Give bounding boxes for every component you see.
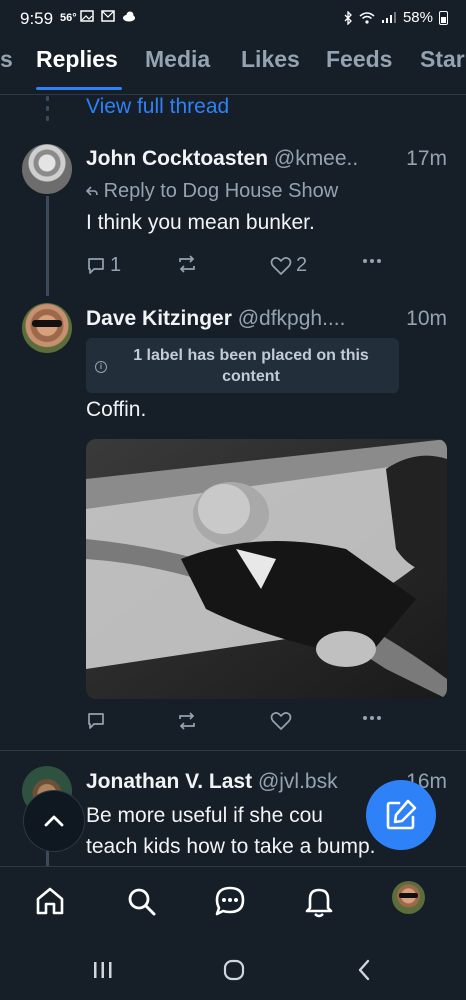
reply-button[interactable]: 1 [86, 254, 121, 277]
recent-apps-icon[interactable] [92, 960, 114, 980]
reply-arrow-icon [85, 186, 98, 196]
content-label-notice[interactable]: i 1 label has been placed on this conten… [86, 338, 399, 393]
more-button[interactable] [362, 715, 382, 721]
bell-icon[interactable] [301, 883, 337, 919]
post-text: Coffin. [86, 398, 147, 421]
post-divider [0, 750, 466, 751]
repost-icon [179, 255, 195, 273]
post-actions [86, 711, 386, 737]
home-button-icon[interactable] [222, 958, 246, 982]
more-icon [363, 716, 381, 720]
like-count: 2 [296, 254, 308, 276]
label-notice-text: 1 label has been placed on this content [133, 347, 369, 385]
active-tab-indicator [36, 87, 122, 90]
tab-posts[interactable]: s [0, 46, 13, 73]
status-time: 9:59 [20, 9, 54, 28]
battery-icon [439, 10, 448, 25]
post-actions: 1 2 [86, 254, 386, 280]
reply-icon [88, 713, 104, 729]
avatar[interactable] [22, 144, 72, 194]
post-header: John Cocktoasten @kmee.. 17m [86, 147, 447, 171]
coffin-photo [86, 439, 447, 699]
info-icon: i [95, 361, 107, 373]
back-icon[interactable] [356, 958, 372, 982]
thread-line [46, 196, 49, 296]
post-time[interactable]: 10m [406, 307, 447, 331]
cloud-icon [122, 11, 135, 22]
repost-icon [179, 712, 195, 730]
repost-button[interactable] [176, 711, 198, 731]
compose-icon [386, 799, 417, 830]
post-text-line: Be more useful if she cou [86, 804, 323, 827]
scroll-to-top-button[interactable] [23, 790, 85, 852]
reply-button[interactable] [86, 711, 106, 731]
chevron-up-icon [44, 815, 64, 827]
compose-button[interactable] [366, 780, 436, 850]
author-handle[interactable]: @dfkpgh.... [238, 307, 346, 330]
battery-percent: 58% [402, 9, 433, 26]
like-button[interactable] [270, 711, 292, 731]
system-navigation [0, 942, 466, 1000]
tab-replies[interactable]: Replies [36, 46, 118, 73]
author-name[interactable]: Jonathan V. Last [86, 770, 252, 793]
signal-icon [381, 12, 396, 23]
tab-media[interactable]: Media [145, 46, 210, 73]
more-button[interactable] [362, 258, 382, 264]
tab-likes[interactable]: Likes [241, 46, 300, 73]
post-text: I think you mean bunker. [86, 211, 315, 234]
thread-dots [46, 96, 49, 126]
repost-button[interactable] [176, 254, 198, 274]
status-right: 58% [343, 9, 448, 26]
author-handle[interactable]: @kmee.. [274, 147, 358, 170]
profile-avatar-nav[interactable] [392, 881, 425, 914]
avatar[interactable] [22, 303, 72, 353]
home-icon[interactable] [32, 883, 68, 919]
tab-starter-packs[interactable]: Star [420, 46, 465, 73]
view-full-thread-link[interactable]: View full thread [86, 95, 229, 119]
post-image[interactable] [86, 439, 447, 699]
post-header: Dave Kitzinger @dfkpgh.... 10m [86, 307, 447, 331]
reply-icon [88, 257, 104, 274]
mail-icon [101, 10, 115, 22]
post-time[interactable]: 17m [406, 147, 447, 171]
post-text-line: teach kids how to take a bump. [86, 835, 376, 858]
status-bar: 9:59 56° 58% [0, 0, 466, 40]
like-button[interactable]: 2 [270, 254, 307, 277]
more-icon [363, 259, 381, 263]
search-icon[interactable] [123, 883, 159, 919]
reply-to-label: Reply to Dog House Show [103, 180, 339, 202]
author-name[interactable]: John Cocktoasten [86, 147, 268, 170]
author-name[interactable]: Dave Kitzinger [86, 307, 232, 330]
bluetooth-icon [344, 10, 352, 25]
reply-count: 1 [110, 254, 122, 276]
wifi-icon [359, 12, 375, 24]
chat-icon[interactable] [212, 883, 248, 919]
status-temp: 56° [60, 12, 77, 24]
image-icon [80, 10, 94, 22]
author-handle[interactable]: @jvl.bsk [258, 770, 338, 793]
heart-icon [270, 712, 292, 730]
tab-feeds[interactable]: Feeds [326, 46, 392, 73]
reply-to[interactable]: Reply to Dog House Show [85, 180, 339, 203]
notification-icons [80, 9, 136, 25]
heart-icon [270, 256, 292, 275]
profile-tabs: s Replies Media Likes Feeds Star [0, 42, 466, 95]
